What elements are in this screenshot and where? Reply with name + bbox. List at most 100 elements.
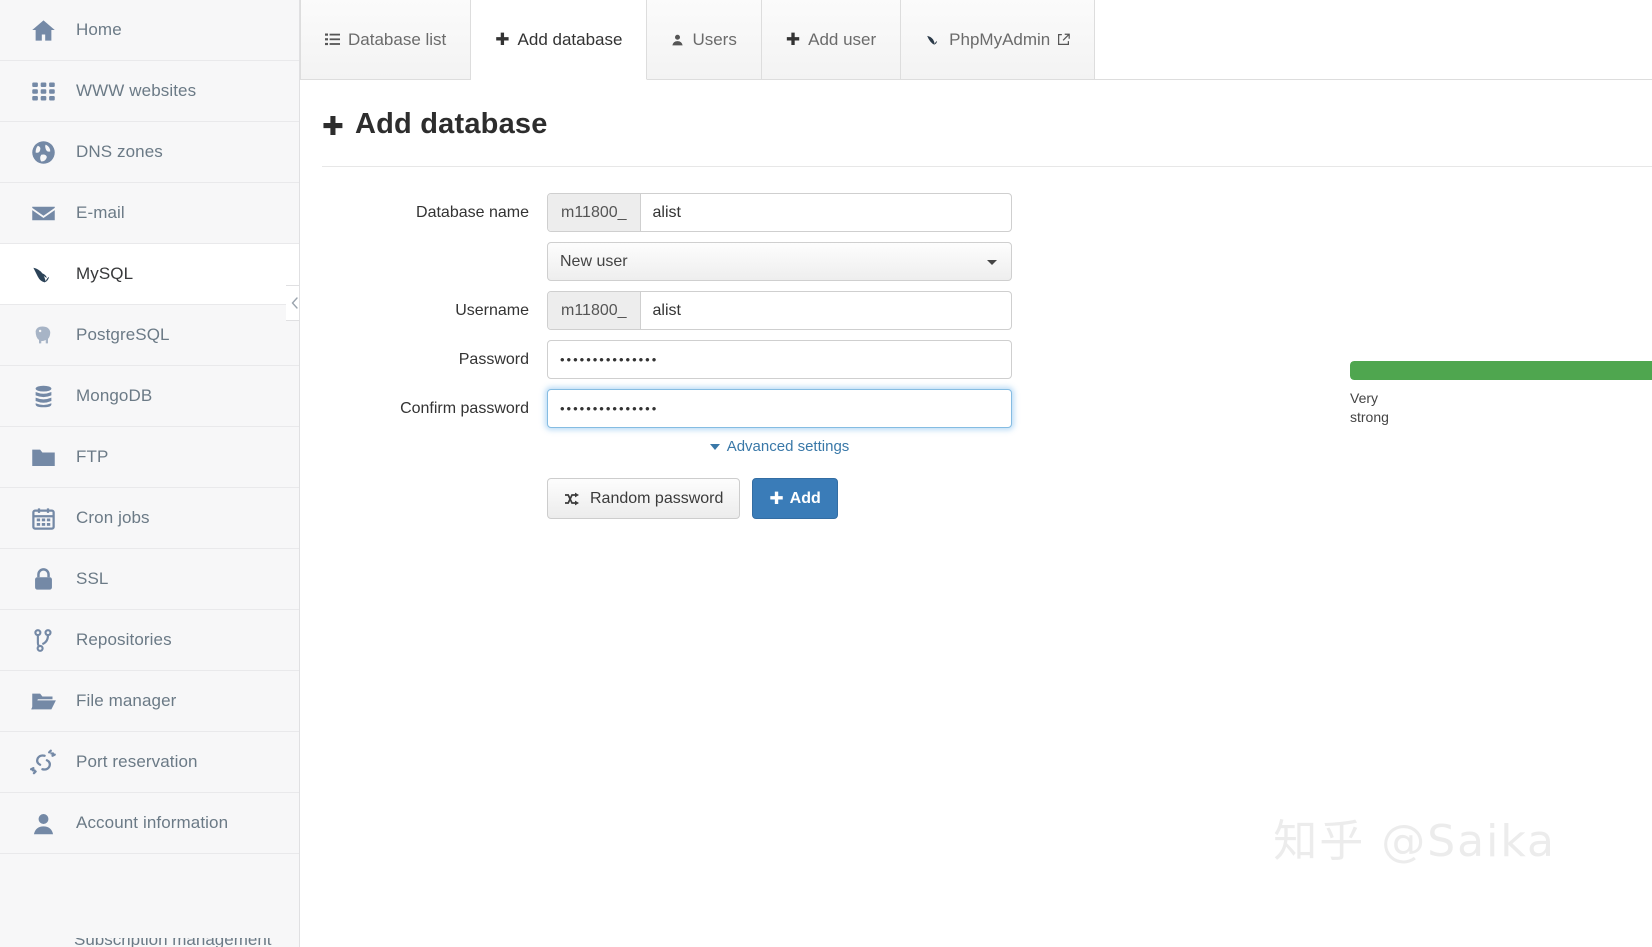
username-label: Username xyxy=(455,302,529,319)
sidebar-item-ssl[interactable]: SSL xyxy=(0,549,299,610)
user-select-control: New user xyxy=(547,242,1012,281)
sidebar-item-label: Port reservation xyxy=(76,752,198,771)
username-row: Username m11800_ xyxy=(300,291,1652,330)
sidebar-item-label: MySQL xyxy=(76,264,134,283)
sidebar-cutoff-row[interactable]: Subscription management xyxy=(0,938,299,947)
main-content: Database list ✚ Add database Users ✚ Add user… xyxy=(300,0,1652,947)
tab-label: Add database xyxy=(517,29,623,49)
user-select-row: New user xyxy=(300,242,1652,281)
database-name-prefix: m11800_ xyxy=(548,194,641,231)
external-link-icon xyxy=(1057,33,1071,46)
plus-icon: ✚ xyxy=(495,30,510,49)
password-input[interactable] xyxy=(547,340,1012,379)
home-icon xyxy=(30,15,64,45)
password-strength: Very strong xyxy=(1350,361,1652,427)
sidebar-item-repositories[interactable]: Repositories xyxy=(0,610,299,671)
tab-database-list[interactable]: Database list xyxy=(300,0,472,80)
advanced-settings-row: Advanced settings xyxy=(300,438,1652,455)
folder-open-icon xyxy=(30,686,64,716)
random-password-button[interactable]: Random password xyxy=(547,478,741,519)
add-button[interactable]: ✚ Add xyxy=(752,478,838,519)
user-icon xyxy=(30,808,64,838)
random-password-label: Random password xyxy=(590,489,724,507)
sidebar-item-e-mail[interactable]: E-mail xyxy=(0,183,299,244)
username-control: m11800_ xyxy=(547,291,1012,330)
confirm-password-control xyxy=(547,389,1012,428)
username-input-group: m11800_ xyxy=(547,291,1012,330)
sidebar-item-ftp[interactable]: FTP xyxy=(0,427,299,488)
shuffle-icon xyxy=(564,492,581,506)
tab-users[interactable]: Users xyxy=(647,0,762,80)
plus-icon: ✚ xyxy=(495,31,509,48)
sidebar-item-label: Cron jobs xyxy=(76,508,150,527)
plug-icon xyxy=(30,749,56,774)
envelope-icon xyxy=(32,206,55,220)
sidebar-item-account-information[interactable]: Account information xyxy=(0,793,299,854)
envelope-icon xyxy=(30,198,64,228)
sidebar-item-home[interactable]: Home xyxy=(0,0,299,61)
user-select[interactable]: New user xyxy=(547,242,1012,281)
sidebar-item-cron-jobs[interactable]: Cron jobs xyxy=(0,488,299,549)
sidebar-item-file-manager[interactable]: File manager xyxy=(0,671,299,732)
caret-down-icon xyxy=(709,443,720,450)
globe-icon xyxy=(32,140,55,164)
lock-icon xyxy=(30,564,64,594)
calendar-icon xyxy=(32,507,55,530)
sidebar-item-label: SSL xyxy=(76,569,109,588)
sidebar-item-dns-zones[interactable]: DNS zones xyxy=(0,122,299,183)
sidebar-item-label: MongoDB xyxy=(76,386,153,405)
sidebar-item-mongodb[interactable]: MongoDB xyxy=(0,366,299,427)
sidebar-item-label: E-mail xyxy=(76,203,125,222)
tab-label: Users xyxy=(692,29,737,49)
tab-add-user[interactable]: ✚ Add user xyxy=(761,0,902,80)
page-header: ✚ Add database xyxy=(300,80,1652,141)
database-name-control: m11800_ xyxy=(547,193,1012,232)
list-icon xyxy=(325,33,340,46)
tab-label: Add user xyxy=(808,29,877,49)
sidebar-nav: Home WWW websites DNS zones E-mail MySQL Post… xyxy=(0,0,299,854)
sidebar-item-port-reservation[interactable]: Port reservation xyxy=(0,732,299,793)
chevron-left-icon xyxy=(291,297,298,309)
page-title: ✚ Add database xyxy=(322,108,1652,141)
folder-icon xyxy=(30,442,64,472)
elephant-icon xyxy=(35,326,51,343)
globe-icon xyxy=(30,137,64,167)
sidebar-item-label: PostgreSQL xyxy=(76,325,170,344)
username-input[interactable] xyxy=(640,292,1011,329)
dolphin-icon xyxy=(30,259,64,289)
sidebar-item-label: Account information xyxy=(76,813,229,832)
sidebar-item-label: FTP xyxy=(76,447,109,466)
user-icon xyxy=(33,813,54,834)
watermark: 知乎 @Saika xyxy=(1273,816,1556,867)
sidebar: Home WWW websites DNS zones E-mail MySQL Post… xyxy=(0,0,300,947)
elephant-icon xyxy=(30,320,64,350)
tab-label: Database list xyxy=(348,29,447,49)
folder-icon xyxy=(32,449,55,466)
confirm-password-input[interactable] xyxy=(547,389,1012,428)
database-name-input-group: m11800_ xyxy=(547,193,1012,232)
plus-icon: ✚ xyxy=(785,30,801,49)
grid-icon xyxy=(32,82,55,100)
advanced-settings-label: Advanced settings xyxy=(726,438,850,455)
folder-open-icon xyxy=(31,693,56,709)
sidebar-cutoff-label: Subscription management xyxy=(74,938,272,947)
plug-icon xyxy=(30,747,64,777)
user-icon xyxy=(672,34,684,45)
git-branch-icon xyxy=(34,628,52,652)
calendar-icon xyxy=(30,503,64,533)
advanced-settings-link[interactable]: Advanced settings xyxy=(547,438,1012,455)
database-name-row: Database name m11800_ xyxy=(300,193,1652,232)
sidebar-item-postgresql[interactable]: PostgreSQL xyxy=(0,305,299,366)
sidebar-item-mysql[interactable]: MySQL xyxy=(0,244,299,305)
tab-phpmyadmin[interactable]: PhpMyAdmin xyxy=(901,0,1096,80)
sidebar-item-www-websites[interactable]: WWW websites xyxy=(0,61,299,122)
page-title-text: Add database xyxy=(355,108,548,140)
tab-add-database[interactable]: ✚ Add database xyxy=(471,0,648,80)
sidebar-collapse-handle[interactable] xyxy=(286,285,299,321)
dolphin-icon xyxy=(925,33,941,47)
plus-icon: ✚ xyxy=(786,31,800,48)
sidebar-item-label: Repositories xyxy=(76,630,172,649)
database-name-input[interactable] xyxy=(640,194,1011,231)
sidebar-item-label: File manager xyxy=(76,691,177,710)
password-strength-fill xyxy=(1350,361,1652,380)
